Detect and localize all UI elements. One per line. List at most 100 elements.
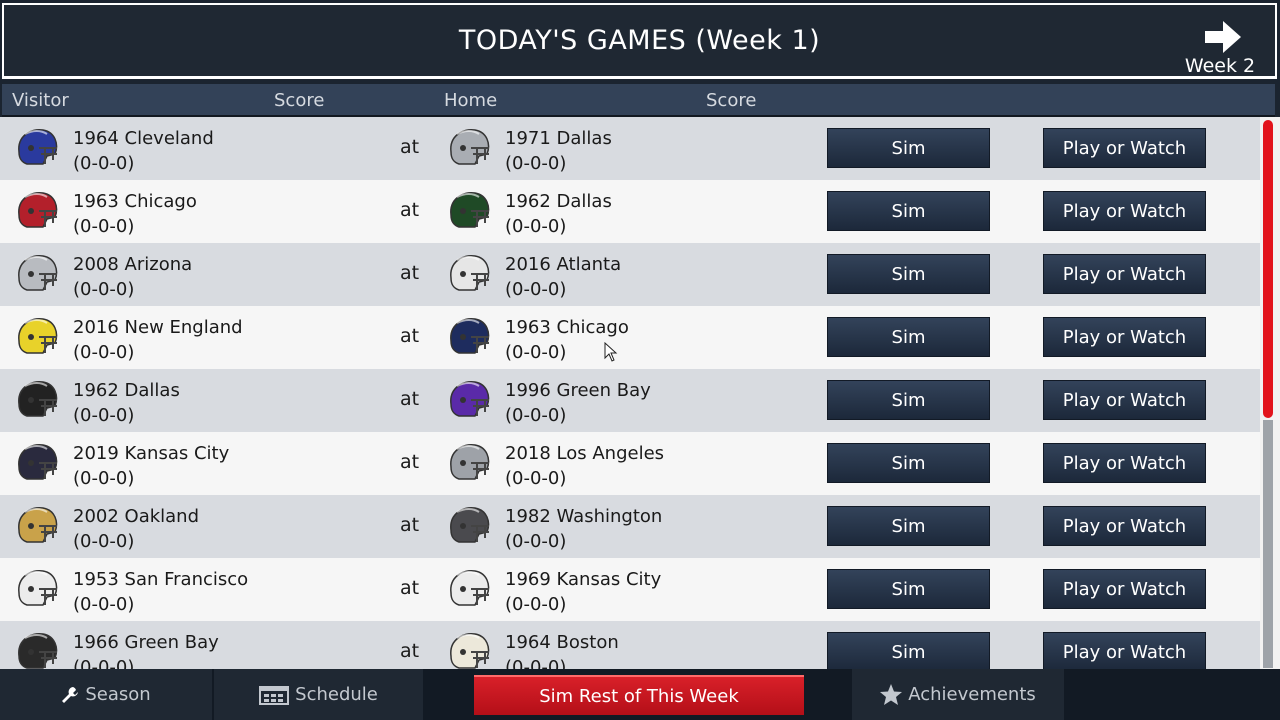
visitor-team-name: 2019 Kansas City — [73, 443, 230, 464]
season-tab-label: Season — [85, 684, 151, 705]
sim-button[interactable]: Sim — [827, 506, 990, 546]
play-or-watch-button[interactable]: Play or Watch — [1043, 506, 1206, 546]
play-or-watch-button[interactable]: Play or Watch — [1043, 317, 1206, 357]
game-row: 2016 New England (0-0-0) at 1963 Chicago (0-… — [0, 306, 1260, 369]
play-or-watch-button[interactable]: Play or Watch — [1043, 632, 1206, 669]
scrollbar-thumb[interactable] — [1263, 120, 1273, 418]
schedule-tab[interactable]: Schedule — [214, 669, 423, 720]
app-window: TODAY'S GAMES (Week 1) Week 2 Visitor Sc… — [0, 0, 1280, 720]
sim-button[interactable]: Sim — [827, 191, 990, 231]
visitor-team: 2008 Arizona (0-0-0) — [73, 252, 192, 302]
at-label: at — [400, 388, 420, 410]
visitor-team-record: (0-0-0) — [73, 342, 135, 363]
visitor-team: 2016 New England (0-0-0) — [73, 315, 243, 365]
helmet-icon — [450, 632, 490, 669]
at-label: at — [400, 262, 420, 284]
visitor-team-name: 2008 Arizona — [73, 254, 193, 275]
game-row: 1953 San Francisco (0-0-0) at 1969 Kansas C… — [0, 558, 1260, 621]
next-week-button[interactable]: Week 2 — [1175, 21, 1265, 77]
home-team-record: (0-0-0) — [505, 594, 567, 615]
helmet-icon — [450, 506, 490, 543]
helmet-icon — [18, 380, 58, 417]
scrollbar-rail — [1263, 420, 1273, 668]
home-team-name: 1962 Dallas — [505, 191, 612, 212]
at-label: at — [400, 451, 420, 473]
helmet-icon — [18, 506, 58, 543]
helmet-icon — [18, 632, 58, 669]
column-header: Visitor Score Home Score — [2, 84, 1275, 117]
play-or-watch-button[interactable]: Play or Watch — [1043, 569, 1206, 609]
visitor-team: 1966 Green Bay (0-0-0) — [73, 630, 219, 669]
visitor-team-name: 1953 San Francisco — [73, 569, 249, 590]
season-tab[interactable]: Season — [0, 669, 212, 720]
game-list: 1964 Cleveland (0-0-0) at 1971 Dallas (0-0-0… — [0, 117, 1260, 669]
home-team-record: (0-0-0) — [505, 657, 567, 669]
visitor-team-name: 2002 Oakland — [73, 506, 200, 527]
visitor-team: 1964 Cleveland (0-0-0) — [73, 126, 214, 176]
helmet-icon — [450, 254, 490, 291]
visitor-team-record: (0-0-0) — [73, 657, 135, 669]
helmet-icon — [18, 128, 58, 165]
visitor-score-column-header: Score — [274, 90, 325, 111]
game-row: 1966 Green Bay (0-0-0) at 1964 Boston (0-0-0… — [0, 621, 1260, 669]
helmet-icon — [18, 191, 58, 228]
sim-button[interactable]: Sim — [827, 128, 990, 168]
sim-button[interactable]: Sim — [827, 254, 990, 294]
header: TODAY'S GAMES (Week 1) Week 2 — [2, 3, 1277, 79]
visitor-team-name: 1963 Chicago — [73, 191, 197, 212]
helmet-icon — [450, 191, 490, 228]
home-team-name: 1969 Kansas City — [505, 569, 662, 590]
visitor-team-record: (0-0-0) — [73, 279, 135, 300]
visitor-team-record: (0-0-0) — [73, 531, 135, 552]
home-team: 1969 Kansas City (0-0-0) — [505, 567, 661, 617]
schedule-tab-label: Schedule — [295, 684, 378, 705]
game-row: 2019 Kansas City (0-0-0) at 2018 Los Angele… — [0, 432, 1260, 495]
visitor-team: 1953 San Francisco (0-0-0) — [73, 567, 248, 617]
visitor-team-record: (0-0-0) — [73, 594, 135, 615]
sim-button[interactable]: Sim — [827, 632, 990, 669]
game-row: 1963 Chicago (0-0-0) at 1962 Dallas (0-0-0) S… — [0, 180, 1260, 243]
helmet-icon — [450, 128, 490, 165]
play-or-watch-button[interactable]: Play or Watch — [1043, 443, 1206, 483]
helmet-icon — [18, 254, 58, 291]
play-or-watch-button[interactable]: Play or Watch — [1043, 191, 1206, 231]
right-arrow-icon — [1205, 21, 1241, 53]
play-or-watch-button[interactable]: Play or Watch — [1043, 128, 1206, 168]
play-or-watch-button[interactable]: Play or Watch — [1043, 380, 1206, 420]
home-team: 1982 Washington (0-0-0) — [505, 504, 662, 554]
play-or-watch-button[interactable]: Play or Watch — [1043, 254, 1206, 294]
home-team-name: 1996 Green Bay — [505, 380, 651, 401]
home-team-record: (0-0-0) — [505, 405, 567, 426]
home-team: 2018 Los Angeles (0-0-0) — [505, 441, 664, 491]
at-label: at — [400, 199, 420, 221]
sim-button[interactable]: Sim — [827, 569, 990, 609]
visitor-team-record: (0-0-0) — [73, 405, 135, 426]
next-week-label: Week 2 — [1184, 55, 1256, 77]
home-team-name: 1963 Chicago — [505, 317, 629, 338]
home-team-name: 1982 Washington — [505, 506, 663, 527]
sim-button[interactable]: Sim — [827, 443, 990, 483]
at-label: at — [400, 514, 420, 536]
page-title: TODAY'S GAMES (Week 1) — [458, 25, 821, 56]
home-team-name: 2016 Atlanta — [505, 254, 622, 275]
sim-rest-label: Sim Rest of This Week — [539, 685, 739, 707]
helmet-icon — [450, 443, 490, 480]
star-icon — [880, 684, 903, 705]
wrench-icon — [62, 686, 79, 703]
helmet-icon — [18, 317, 58, 354]
sim-button[interactable]: Sim — [827, 317, 990, 357]
home-team: 1964 Boston (0-0-0) — [505, 630, 619, 669]
sim-button[interactable]: Sim — [827, 380, 990, 420]
home-team-record: (0-0-0) — [505, 468, 567, 489]
at-label: at — [400, 136, 420, 158]
visitor-team: 2019 Kansas City (0-0-0) — [73, 441, 229, 491]
home-team-name: 1964 Boston — [505, 632, 619, 653]
visitor-team-record: (0-0-0) — [73, 216, 135, 237]
visitor-team-record: (0-0-0) — [73, 468, 135, 489]
bottom-nav: Season Schedule Sim Rest of This Week Ac… — [0, 669, 1280, 720]
sim-rest-of-week-button[interactable]: Sim Rest of This Week — [474, 675, 804, 715]
visitor-team-name: 1966 Green Bay — [73, 632, 219, 653]
achievements-tab[interactable]: Achievements — [852, 669, 1064, 720]
visitor-column-header: Visitor — [12, 90, 69, 111]
mouse-cursor-icon — [604, 342, 618, 362]
